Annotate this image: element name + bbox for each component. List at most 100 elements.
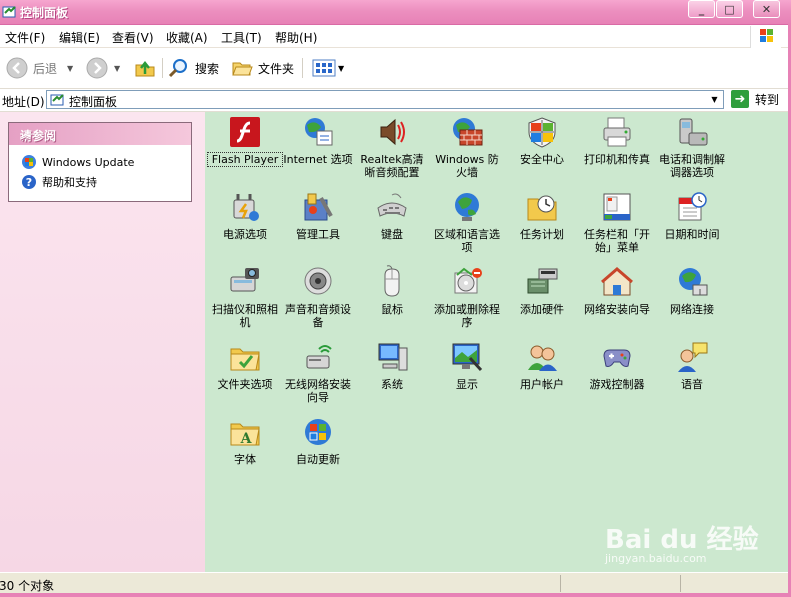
cp-item-admin-tools[interactable]: 管理工具 — [281, 190, 355, 241]
printer-icon — [603, 117, 631, 147]
cp-item-label: 添加或删除程序 — [434, 303, 500, 329]
cp-item-label: 扫描仪和照相机 — [212, 303, 278, 329]
title-bar[interactable]: 控制面板 _ □ ✕ — [0, 0, 791, 25]
back-button[interactable]: 后退 ▼ — [6, 56, 73, 80]
search-label: 搜索 — [195, 61, 220, 76]
cp-item-folder-options[interactable]: 文件夹选项 — [208, 340, 282, 391]
cp-item-label: 鼠标 — [381, 303, 403, 316]
cp-item-label: 区域和语言选项 — [434, 228, 500, 254]
address-input[interactable]: 控制面板 ▼ — [46, 90, 724, 109]
views-button[interactable]: ▼ — [312, 56, 344, 80]
search-button[interactable]: 搜索 — [168, 56, 219, 80]
up-button[interactable] — [134, 56, 156, 80]
folders-button[interactable]: 文件夹 — [231, 56, 294, 80]
help-support-label: 帮助和支持 — [42, 176, 97, 189]
windows-update-icon — [22, 155, 36, 169]
cp-item-add-remove[interactable]: 添加或删除程序 — [430, 265, 504, 329]
flash-icon — [230, 117, 260, 147]
network-connections-icon — [679, 268, 708, 296]
cp-item-keyboard[interactable]: 键盘 — [355, 190, 429, 241]
go-button[interactable]: ➜ 转到 — [731, 90, 779, 108]
go-arrow-icon: ➜ — [731, 90, 749, 108]
cp-item-game-controller[interactable]: 游戏控制器 — [580, 340, 654, 391]
firewall-icon — [453, 118, 483, 146]
forward-button[interactable]: ▼ — [86, 56, 120, 80]
address-bar: 地址(D) 控制面板 ▼ ➜ 转到 — [0, 89, 791, 112]
menu-view[interactable]: 查看(V) — [112, 29, 154, 46]
cp-item-add-hardware[interactable]: 添加硬件 — [505, 265, 579, 316]
menu-file[interactable]: 文件(F) — [5, 29, 45, 46]
cp-item-globe[interactable]: 区域和语言选项 — [430, 190, 504, 254]
cp-item-security-center[interactable]: 安全中心 — [505, 115, 579, 166]
cp-item-wireless[interactable]: 无线网络安装向导 — [281, 340, 355, 404]
cp-item-label: 字体 — [234, 453, 256, 466]
cp-item-label: 添加硬件 — [520, 303, 564, 316]
help-support-link[interactable]: ? 帮助和支持 — [21, 174, 97, 190]
forward-dropdown-icon[interactable]: ▼ — [114, 64, 120, 73]
cp-item-label: 网络连接 — [670, 303, 714, 316]
back-dropdown-icon[interactable]: ▼ — [67, 64, 73, 73]
speech-icon — [678, 342, 708, 372]
cp-item-label: 游戏控制器 — [589, 378, 645, 391]
cp-item-internet-options[interactable]: Internet 选项 — [281, 115, 355, 166]
cp-item-speech[interactable]: 语音 — [655, 340, 729, 391]
toolbar-separator — [162, 58, 163, 78]
see-also-header[interactable]: 请参阅 ︽ — [9, 123, 191, 145]
cp-item-datetime[interactable]: 日期和时间 — [655, 190, 729, 241]
cp-item-phone-modem[interactable]: 电话和调制解调器选项 — [655, 115, 729, 179]
menu-tools[interactable]: 工具(T) — [221, 29, 262, 46]
address-dropdown-icon[interactable]: ▼ — [707, 92, 722, 107]
cp-item-taskbar[interactable]: 任务栏和「开始」菜单 — [580, 190, 654, 254]
cp-item-label: Internet 选项 — [283, 153, 353, 166]
system-icon — [378, 343, 408, 371]
minimize-button[interactable]: _ — [688, 0, 715, 18]
fonts-icon: A — [230, 423, 260, 447]
folder-options-icon — [230, 348, 260, 371]
datetime-icon — [678, 192, 707, 221]
add-remove-icon — [454, 267, 482, 294]
cp-item-speaker[interactable]: 声音和音频设备 — [281, 265, 355, 329]
windows-update-link[interactable]: Windows Update — [21, 154, 134, 170]
menu-help[interactable]: 帮助(H) — [275, 29, 317, 46]
cp-item-printer[interactable]: 打印机和传真 — [580, 115, 654, 166]
cp-item-scheduled-tasks[interactable]: 任务计划 — [505, 190, 579, 241]
user-accounts-icon — [528, 345, 557, 371]
menu-edit[interactable]: 编辑(E) — [59, 29, 100, 46]
internet-options-icon — [305, 118, 333, 146]
cp-item-realtek-audio[interactable]: Realtek高清晰音频配置 — [355, 115, 429, 179]
cp-item-label: 日期和时间 — [664, 228, 720, 241]
cp-item-label: Flash Player — [207, 152, 283, 167]
cp-item-display[interactable]: 显示 — [430, 340, 504, 391]
cp-item-label: 声音和音频设备 — [285, 303, 351, 329]
maximize-button[interactable]: □ — [716, 0, 743, 18]
cp-item-firewall[interactable]: Windows 防火墙 — [430, 115, 504, 179]
status-text: 30 个对象 — [0, 579, 55, 593]
back-label: 后退 — [33, 61, 58, 76]
maximize-icon: □ — [724, 2, 735, 16]
watermark-brand: Bai du 经验 — [605, 525, 759, 555]
cp-item-auto-update[interactable]: 自动更新 — [281, 415, 355, 466]
cp-item-system[interactable]: 系统 — [355, 340, 429, 391]
views-dropdown-icon[interactable]: ▼ — [338, 64, 344, 73]
cp-item-network-setup[interactable]: 网络安装向导 — [580, 265, 654, 316]
search-icon — [168, 59, 187, 78]
close-button[interactable]: ✕ — [753, 0, 780, 18]
cp-item-flash[interactable]: Flash Player — [207, 115, 283, 167]
cp-item-network-connections[interactable]: 网络连接 — [655, 265, 729, 316]
cp-item-scanner-camera[interactable]: 扫描仪和照相机 — [208, 265, 282, 329]
cp-item-user-accounts[interactable]: 用户帐户 — [505, 340, 579, 391]
menu-favorites[interactable]: 收藏(A) — [166, 29, 208, 46]
cp-item-label: Realtek高清晰音频配置 — [360, 153, 424, 179]
window-frame-bottom — [0, 593, 791, 597]
cp-item-mouse[interactable]: 鼠标 — [355, 265, 429, 316]
cp-item-label: 打印机和传真 — [584, 153, 650, 166]
scheduled-tasks-icon — [527, 195, 557, 221]
cp-item-label: 显示 — [456, 378, 478, 391]
admin-tools-icon — [304, 193, 333, 221]
collapse-chevron-icon[interactable]: ︽ — [20, 126, 185, 142]
svg-text:A: A — [240, 431, 253, 447]
windows-logo-icon — [750, 26, 781, 48]
cp-item-power[interactable]: 电源选项 — [208, 190, 282, 241]
cp-item-fonts[interactable]: A 字体 — [208, 415, 282, 466]
cp-item-label: 网络安装向导 — [584, 303, 650, 316]
